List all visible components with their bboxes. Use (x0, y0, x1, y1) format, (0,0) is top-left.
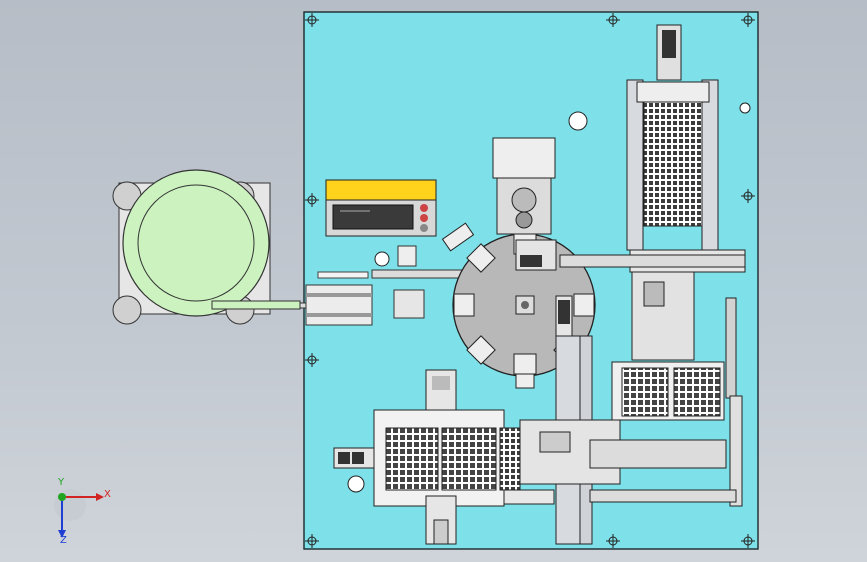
turntable-fixture (573, 293, 595, 317)
turntable-fixture (453, 293, 475, 317)
xyz-axis-triad-icon: X Y Z (54, 477, 111, 546)
turntable-fixture (513, 353, 537, 375)
axis-y-label: Y (57, 477, 65, 488)
axis-z-label: Z (60, 535, 67, 546)
axis-x-label: X (104, 489, 111, 500)
cad-viewport[interactable]: X Y Z (0, 0, 867, 562)
controller-box[interactable] (325, 179, 437, 237)
